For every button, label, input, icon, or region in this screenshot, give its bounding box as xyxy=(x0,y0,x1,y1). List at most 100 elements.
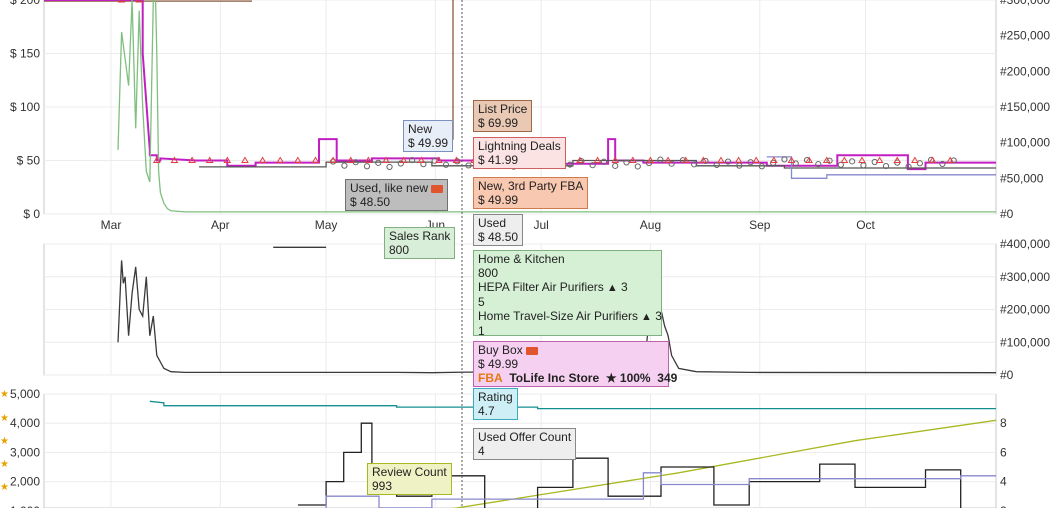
y-right-tick-label: 8 xyxy=(1000,416,1007,430)
tooltip-rating-title: Rating xyxy=(478,390,513,404)
tooltip-category-rank: Home & Kitchen 800 HEPA Filter Air Purif… xyxy=(473,250,662,338)
category-tree-icon: ▲ xyxy=(606,282,618,294)
star-icon: ★ xyxy=(0,482,9,493)
tooltip-list-price-value: $ 69.99 xyxy=(478,116,519,130)
tooltip-sales-rank-value: 800 xyxy=(389,243,410,257)
y-right-tick-label: #100,000 xyxy=(1000,136,1050,150)
used-price-marker xyxy=(849,158,856,165)
tooltip-used-like-new-value: $ 48.50 xyxy=(350,195,391,209)
tooltip-category-line6: 1 xyxy=(478,324,485,338)
tooltip-sales-rank: Sales Rank 800 xyxy=(384,227,456,259)
tooltip-review-count: Review Count 993 xyxy=(367,463,452,495)
y-right-tick-label: #50,000 xyxy=(1000,171,1044,185)
y-right-tick-label: #150,000 xyxy=(1000,100,1050,114)
tooltip-rating-value: 4.7 xyxy=(478,404,495,418)
tooltip-lightning-value: $ 41.99 xyxy=(478,153,519,167)
x-tick-label: Aug xyxy=(640,218,661,232)
tooltip-category-line1: Home & Kitchen xyxy=(478,252,565,266)
y-right-tick-label: #100,000 xyxy=(1000,335,1050,349)
y-left-tick-label: $ 200 xyxy=(10,0,40,7)
tooltip-used-like-new: Used, like new $ 48.50 xyxy=(345,179,449,211)
used-price-marker xyxy=(657,156,664,163)
y-left-tick-label: 1,000 xyxy=(10,504,40,508)
tooltip-list-price-title: List Price xyxy=(478,102,528,116)
x-tick-label: Sep xyxy=(749,218,771,232)
y-left-tick-label: $ 150 xyxy=(10,47,40,61)
x-tick-label: Mar xyxy=(101,218,122,232)
y-right-tick-label: #0 xyxy=(1000,207,1014,221)
y-left-tick-label: $ 100 xyxy=(10,100,40,114)
tooltip-buybox-seller[interactable]: ToLife Inc Store xyxy=(509,371,599,385)
y-right-tick-label: 2 xyxy=(1000,504,1007,508)
tooltip-category-line5: Home Travel-Size Air Purifiers xyxy=(478,309,639,323)
tooltip-buybox-fba-badge: FBA xyxy=(478,371,503,385)
tooltip-review-count-value: 993 xyxy=(372,479,393,493)
x-tick-label: Apr xyxy=(211,218,230,232)
y-right-tick-label: #400,000 xyxy=(1000,237,1050,251)
category-tree-icon: ▲ xyxy=(641,311,652,323)
y-right-tick-label: #250,000 xyxy=(1000,29,1050,43)
tooltip-sales-rank-title: Sales Rank xyxy=(389,229,451,243)
used-price-marker xyxy=(781,156,788,163)
tooltip-used-offer-value: 4 xyxy=(478,444,485,458)
tooltip-category-line4: 5 xyxy=(478,295,485,309)
tooltip-new: New $ 49.99 xyxy=(403,120,454,152)
y-right-tick-label: 6 xyxy=(1000,445,1007,459)
y-left-tick-label: 2,000 xyxy=(10,475,40,489)
tooltip-used-offer-count: Used Offer Count 4 xyxy=(473,428,577,460)
tooltip-new-3rd-fba-title: New, 3rd Party FBA xyxy=(478,179,584,193)
tooltip-rating: Rating 4.7 xyxy=(473,388,518,420)
used-price-marker xyxy=(375,159,382,166)
used-price-marker xyxy=(341,162,348,169)
star-icon: ★ xyxy=(0,459,9,470)
y-left-tick-label: $ 0 xyxy=(23,207,40,221)
truck-icon xyxy=(525,346,538,355)
tooltip-buybox-title: Buy Box xyxy=(478,343,523,357)
used-price-marker xyxy=(386,163,393,171)
tooltip-list-price: List Price $ 69.99 xyxy=(473,100,533,132)
x-tick-label: May xyxy=(315,218,338,232)
y-right-tick-label: #300,000 xyxy=(1000,270,1050,284)
used-price-marker xyxy=(916,160,923,167)
y-right-tick-label: #200,000 xyxy=(1000,303,1050,317)
tooltip-new-title: New xyxy=(408,122,433,136)
star-icon: ★ xyxy=(0,413,9,424)
star-icon: ★ xyxy=(0,436,9,447)
used-price-marker xyxy=(612,162,619,169)
x-tick-label: Jul xyxy=(533,218,548,232)
tooltip-used-like-new-title: Used, like new xyxy=(350,181,429,195)
used-price-marker xyxy=(442,161,450,168)
tooltip-new-3rd-party-fba: New, 3rd Party FBA $ 49.99 xyxy=(473,177,589,209)
tooltip-buy-box: Buy Box $ 49.99 FBA ToLife Inc Store ★ 1… xyxy=(473,341,677,387)
tooltip-new-3rd-fba-value: $ 49.99 xyxy=(478,193,519,207)
y-left-tick-label: $ 50 xyxy=(17,154,41,168)
tooltip-used-value: $ 48.50 xyxy=(478,230,519,244)
tooltip-review-count-title: Review Count xyxy=(372,465,447,479)
star-icon: ★ xyxy=(0,389,9,400)
y-right-tick-label: 4 xyxy=(1000,475,1007,489)
tooltip-new-value: $ 49.99 xyxy=(408,136,449,150)
tooltip-used-offer-title: Used Offer Count xyxy=(478,430,572,444)
used-price-marker xyxy=(634,163,641,170)
tooltip-lightning-title: Lightning Deals xyxy=(478,139,561,153)
tooltip-category-line2: 800 xyxy=(478,266,499,280)
tooltip-buybox-value: $ 49.99 xyxy=(478,357,519,371)
tooltip-category-line3-count: 3 xyxy=(621,280,628,294)
y-left-tick-label: 3,000 xyxy=(10,445,40,459)
tooltip-used-title: Used xyxy=(478,216,507,230)
tooltip-buybox-rating: ★ 100% xyxy=(605,371,651,385)
y-left-tick-label: 5,000 xyxy=(10,387,40,401)
tooltip-category-line5-count: 3 xyxy=(655,309,662,323)
used-price-marker xyxy=(363,163,371,170)
y-right-tick-label: #300,000 xyxy=(1000,0,1050,7)
y-right-tick-label: #200,000 xyxy=(1000,64,1050,78)
y-left-tick-label: 4,000 xyxy=(10,416,40,430)
series-line-rating xyxy=(149,400,996,410)
tooltip-buybox-count: 349 xyxy=(657,371,678,385)
x-tick-label: Oct xyxy=(856,218,875,232)
y-right-tick-label: #0 xyxy=(1000,368,1014,382)
tooltip-category-line3: HEPA Filter Air Purifiers xyxy=(478,280,604,294)
truck-icon xyxy=(431,184,444,193)
tooltip-lightning-deals: Lightning Deals $ 41.99 xyxy=(473,137,566,169)
tooltip-used: Used $ 48.50 xyxy=(473,214,524,246)
